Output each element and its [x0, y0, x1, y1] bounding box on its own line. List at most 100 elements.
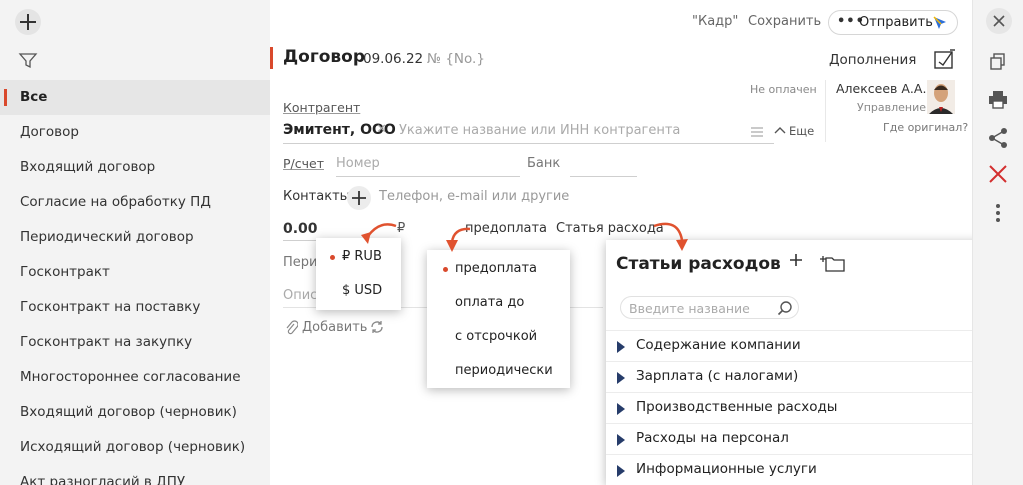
expand-arrow-icon[interactable] — [617, 372, 625, 384]
sidebar-list: Все Договор Входящий договор Согласие на… — [0, 80, 270, 485]
expense-item-row[interactable]: Зарплата (с налогами) — [606, 361, 1023, 392]
sidebar-item-contract[interactable]: Договор — [0, 115, 270, 150]
kadr-button[interactable]: "Кадр" — [692, 14, 738, 29]
sidebar-item-all[interactable]: Все — [0, 80, 270, 115]
payment-type-dropdown: предоплата оплата до с отсрочкой периоди… — [427, 250, 570, 388]
payment-option-prepay[interactable]: предоплата — [427, 252, 570, 286]
payment-option-label: с отсрочкой — [455, 329, 538, 344]
expense-item-row[interactable]: Расходы на персонал — [606, 423, 1023, 454]
selected-dot-icon — [330, 255, 335, 260]
status-badge[interactable]: Не оплачен — [750, 83, 817, 96]
account-underline — [336, 176, 520, 177]
share-icon[interactable] — [987, 127, 1009, 153]
original-location-link[interactable]: Где оригинал? — [883, 121, 968, 134]
save-button[interactable]: Сохранить — [748, 14, 821, 29]
sidebar-item-gov-contract-supply[interactable]: Госконтракт на поставку — [0, 290, 270, 325]
sidebar: Все Договор Входящий договор Согласие на… — [0, 0, 270, 485]
edit-document-icon[interactable] — [934, 48, 958, 74]
payment-option-label: предоплата — [455, 261, 538, 276]
period-label: Пери — [283, 255, 318, 270]
contacts-label: Контакты — [283, 189, 350, 204]
responsible-role: Управление — [857, 101, 927, 114]
sidebar-item-gov-contract[interactable]: Госконтракт — [0, 255, 270, 290]
payment-type-selector[interactable]: предоплата — [465, 221, 547, 236]
print-icon[interactable] — [987, 90, 1009, 114]
sidebar-item-disagreement-act[interactable]: Акт разногласий в ДПУ — [0, 465, 270, 485]
close-button[interactable] — [986, 8, 1012, 34]
responsible-name[interactable]: Алексеев А.А. — [836, 81, 926, 96]
expense-item-row[interactable]: Производственные расходы — [606, 392, 1023, 423]
list-icon[interactable] — [750, 126, 764, 142]
add-contact-button[interactable] — [347, 186, 371, 210]
avatar[interactable] — [927, 80, 955, 114]
more-toggle[interactable]: Еще — [774, 124, 814, 138]
expense-panel-title: Статьи расходов — [616, 254, 781, 274]
expense-item-selector[interactable]: Статья расхода — [556, 221, 664, 236]
bank-label: Банк — [527, 156, 561, 171]
send-button[interactable]: ••• Отправить — [828, 10, 958, 35]
sync-icon[interactable] — [369, 319, 385, 339]
expense-item-row[interactable]: Информационные услуги — [606, 454, 1023, 485]
currency-option-label: ₽ RUB — [342, 249, 382, 264]
description-input[interactable]: Опис — [283, 288, 317, 303]
search-placeholder: Введите название — [629, 301, 750, 316]
doc-accent-bar — [270, 47, 273, 69]
page-title: Договор — [283, 47, 365, 67]
more-label: Еще — [789, 124, 815, 138]
send-button-label: Отправить — [859, 15, 933, 30]
selected-dot-icon — [443, 267, 448, 272]
document-date[interactable]: 09.06.22 — [363, 51, 423, 67]
paperclip-icon[interactable] — [284, 319, 299, 339]
currency-dropdown: ₽ RUB $ USD — [316, 238, 401, 310]
filter-icon[interactable] — [18, 52, 38, 70]
right-toolbar — [972, 0, 1023, 485]
sidebar-item-pd-consent[interactable]: Согласие на обработку ПД — [0, 185, 270, 220]
contragent-label[interactable]: Контрагент — [283, 100, 360, 115]
expand-arrow-icon[interactable] — [617, 403, 625, 415]
sidebar-item-outgoing-draft[interactable]: Исходящий договор (черновик) — [0, 430, 270, 465]
delete-icon[interactable] — [987, 164, 1009, 188]
amount-field[interactable]: 0.00 — [283, 221, 318, 237]
sidebar-item-periodic-contract[interactable]: Периодический договор — [0, 220, 270, 255]
sidebar-item-multilateral-approval[interactable]: Многостороннее согласование — [0, 360, 270, 395]
expense-item-label: Производственные расходы — [636, 399, 838, 415]
document-number[interactable]: № {No.} — [427, 51, 485, 67]
payment-option-deferred[interactable]: с отсрочкой — [427, 320, 570, 354]
expand-arrow-icon[interactable] — [617, 434, 625, 446]
expense-item-label: Содержание компании — [636, 337, 801, 353]
search-icon[interactable] — [777, 300, 793, 316]
account-label[interactable]: Р/счет — [283, 156, 324, 171]
add-folder-icon[interactable] — [820, 254, 846, 276]
expense-item-row[interactable]: Содержание компании — [606, 330, 1023, 361]
plus-icon — [352, 191, 366, 205]
add-attachment-button[interactable]: Добавить — [302, 320, 367, 335]
contragent-search-input[interactable]: Укажите название или ИНН контрагента — [399, 123, 680, 138]
send-arrow-icon — [933, 16, 946, 29]
annotation-arrow-icon — [446, 227, 471, 252]
divider — [825, 80, 826, 142]
payment-option-pay-until[interactable]: оплата до — [427, 286, 570, 320]
sidebar-item-gov-contract-purchase[interactable]: Госконтракт на закупку — [0, 325, 270, 360]
clear-contragent-icon[interactable]: ✕ — [376, 122, 387, 137]
currency-option-usd[interactable]: $ USD — [316, 274, 401, 308]
expand-arrow-icon[interactable] — [617, 341, 625, 353]
payment-option-periodic[interactable]: периодически — [427, 354, 570, 388]
contacts-input[interactable]: Телефон, e-mail или другие — [379, 189, 569, 204]
close-icon — [993, 15, 1005, 27]
document-toolbar: "Кадр" Сохранить ••• Отправить — [270, 0, 972, 44]
copy-icon[interactable] — [987, 52, 1009, 76]
more-vertical-icon[interactable] — [987, 202, 1009, 228]
create-plus-icon[interactable] — [14, 8, 42, 36]
expense-items-panel: Статьи расходов Введите название Содержа… — [606, 240, 1023, 485]
expense-search-input[interactable]: Введите название — [620, 296, 799, 319]
sidebar-item-incoming-contract[interactable]: Входящий договор — [0, 150, 270, 185]
sidebar-item-incoming-draft[interactable]: Входящий договор (черновик) — [0, 395, 270, 430]
extras-link[interactable]: Дополнения — [829, 52, 916, 68]
add-expense-button[interactable] — [788, 252, 804, 272]
account-number-input[interactable]: Номер — [336, 156, 380, 171]
bank-input[interactable] — [570, 176, 637, 177]
plus-icon — [790, 254, 802, 266]
currency-option-label: $ USD — [342, 283, 383, 298]
expense-item-label: Расходы на персонал — [636, 430, 789, 446]
expand-arrow-icon[interactable] — [617, 465, 625, 477]
